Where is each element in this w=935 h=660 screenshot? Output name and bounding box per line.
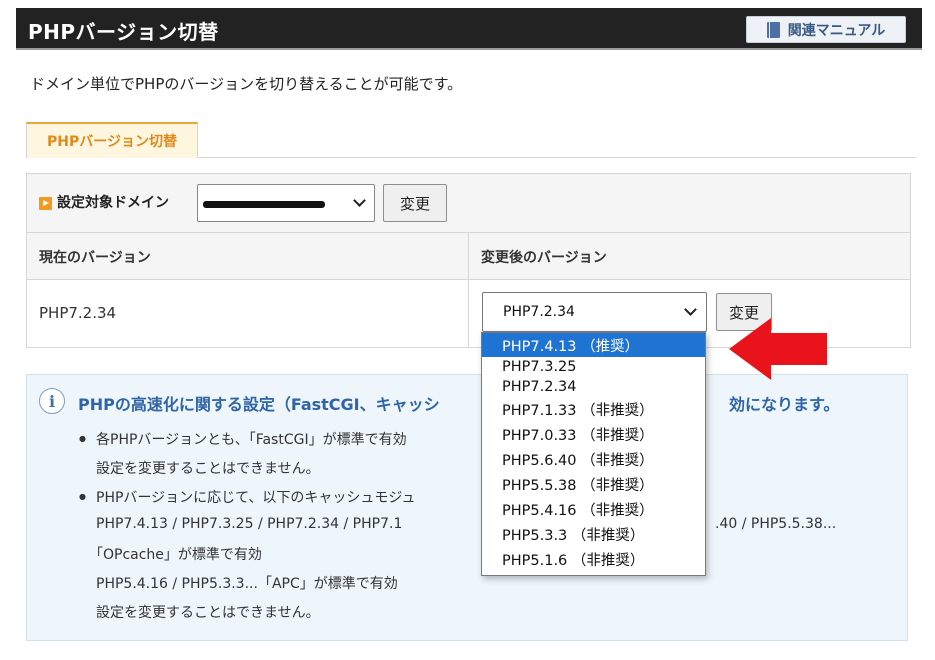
info-bullet2-line3: 「OPcache」が標準で有効 — [89, 547, 262, 563]
info-bullet1-line1: 各PHPバージョンとも、「FastCGI」が標準で有効 — [96, 432, 407, 448]
bullet-icon: ● — [79, 492, 86, 501]
orange-arrow-icon — [39, 197, 52, 210]
chevron-down-icon — [684, 303, 697, 316]
info-bullet2-line2-left: PHP7.4.13 / PHP7.3.25 / PHP7.2.34 / PHP7… — [96, 516, 403, 532]
version-select[interactable]: PHP7.2.34 — [482, 292, 707, 332]
dropdown-option[interactable]: PHP5.5.38 （非推奨） — [482, 472, 705, 497]
dropdown-option[interactable]: PHP7.4.13 （推奨） — [482, 333, 705, 357]
tab-php-version-switch[interactable]: PHPバージョン切替 — [26, 122, 198, 158]
domain-label: 設定対象ドメイン — [57, 195, 169, 211]
info-bullet2-line4: PHP5.4.16 / PHP5.3.3...「APC」が標準で有効 — [96, 576, 398, 592]
dropdown-option[interactable]: PHP7.1.33 （非推奨） — [482, 397, 705, 422]
info-title-tail: 効になります。 — [729, 395, 840, 414]
dropdown-option[interactable]: PHP7.0.33 （非推奨） — [482, 422, 705, 447]
dropdown-option[interactable]: PHP5.6.40 （非推奨） — [482, 447, 705, 472]
dropdown-option[interactable]: PHP5.1.6 （非推奨） — [482, 547, 705, 572]
related-manual-button[interactable]: 関連マニュアル — [746, 16, 906, 43]
bullet-icon: ● — [79, 434, 86, 443]
info-bullet2-line2-right: .40 / PHP5.5.38... — [715, 516, 837, 532]
dropdown-option[interactable]: PHP5.3.3 （非推奨） — [482, 522, 705, 547]
new-version-header: 変更後のバージョン — [481, 250, 607, 266]
info-bullet2-line1: PHPバージョンに応じて、以下のキャッシュモジュ — [96, 490, 416, 506]
info-icon: i — [39, 388, 65, 414]
dropdown-option[interactable]: PHP5.4.16 （非推奨） — [482, 497, 705, 522]
dropdown-option[interactable]: PHP7.3.25 — [482, 357, 705, 377]
info-panel: i PHPの高速化に関する設定（FastCGI、キャッシ 効になります。 ● 各… — [26, 374, 908, 641]
chevron-down-icon — [353, 194, 366, 207]
red-arrow-icon — [729, 318, 827, 380]
page-title: PHPバージョン切替 — [28, 20, 219, 44]
domain-select[interactable] — [197, 184, 375, 222]
version-dropdown-list: PHP7.4.13 （推奨） PHP7.3.25 PHP7.2.34 PHP7.… — [481, 332, 706, 576]
column-divider — [468, 233, 469, 348]
book-icon — [766, 21, 780, 38]
dropdown-option[interactable]: PHP7.2.34 — [482, 377, 705, 397]
redacted-domain — [203, 201, 325, 208]
domain-row: 設定対象ドメイン 変更 — [27, 174, 910, 233]
related-manual-label: 関連マニュアル — [787, 22, 886, 39]
info-bullet2-line5: 設定を変更することはできません。 — [96, 605, 320, 621]
current-version-value: PHP7.2.34 — [39, 304, 117, 322]
info-title: PHPの高速化に関する設定（FastCGI、キャッシ — [78, 395, 440, 414]
intro-text: ドメイン単位でPHPのバージョンを切り替えることが可能です。 — [30, 75, 463, 93]
info-bullet1-line2: 設定を変更することはできません。 — [96, 461, 320, 477]
current-version-header: 現在のバージョン — [39, 250, 151, 266]
page-header: PHPバージョン切替 関連マニュアル — [16, 8, 922, 50]
domain-change-button[interactable]: 変更 — [383, 184, 447, 222]
version-select-value: PHP7.2.34 — [503, 304, 575, 320]
